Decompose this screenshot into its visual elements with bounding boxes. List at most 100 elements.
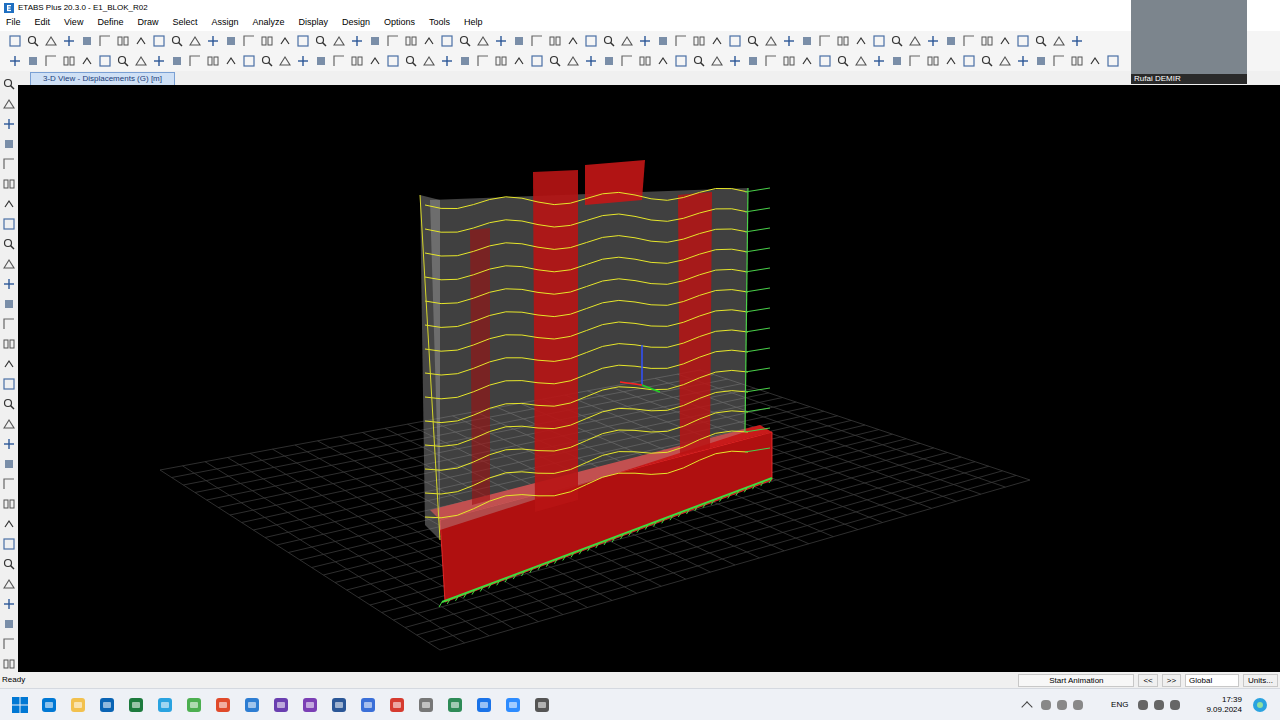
toolbar-tool-icon[interactable] — [2, 417, 16, 431]
toolbar-tool-icon[interactable] — [2, 537, 16, 551]
coordinate-system-select[interactable]: Global — [1185, 674, 1239, 687]
toolbar-tool-icon[interactable] — [2, 397, 16, 411]
toolbar-tool-icon[interactable] — [2, 477, 16, 491]
toolbar-tool-icon[interactable] — [476, 54, 490, 68]
toolbar-tool-icon[interactable] — [944, 54, 958, 68]
toolbar-tool-icon[interactable] — [2, 117, 16, 131]
menu-item[interactable]: Analyze — [252, 16, 284, 30]
toolbar-tool-icon[interactable] — [404, 54, 418, 68]
toolbar-tool-icon[interactable] — [674, 54, 688, 68]
toolbar-tool-icon[interactable] — [530, 34, 544, 48]
taskbar-app-icon[interactable] — [244, 697, 260, 713]
toolbar-tool-icon[interactable] — [512, 34, 526, 48]
toolbar-tool-icon[interactable] — [1016, 54, 1030, 68]
toolbar-tool-icon[interactable] — [620, 54, 634, 68]
toolbar-tool-icon[interactable] — [2, 557, 16, 571]
previous-button[interactable]: << — [1138, 674, 1157, 687]
toolbar-tool-icon[interactable] — [728, 34, 742, 48]
toolbar-tool-icon[interactable] — [26, 34, 40, 48]
menu-item[interactable]: Options — [384, 16, 415, 30]
toolbar-tool-icon[interactable] — [548, 54, 562, 68]
toolbar-tool-icon[interactable] — [278, 34, 292, 48]
toolbar-tool-icon[interactable] — [368, 54, 382, 68]
toolbar-tool-icon[interactable] — [2, 497, 16, 511]
toolbar-tool-icon[interactable] — [1052, 54, 1066, 68]
tray-expand-icon[interactable] — [1021, 701, 1032, 712]
toolbar-tool-icon[interactable] — [782, 54, 796, 68]
tray-status-icons[interactable] — [1138, 700, 1196, 710]
taskbar-app-icon[interactable] — [302, 697, 318, 713]
toolbar-tool-icon[interactable] — [2, 517, 16, 531]
toolbar-tool-icon[interactable] — [386, 54, 400, 68]
toolbar-tool-icon[interactable] — [188, 54, 202, 68]
structural-model-drawing[interactable] — [18, 85, 1280, 672]
toolbar-tool-icon[interactable] — [170, 54, 184, 68]
toolbar-tool-icon[interactable] — [980, 34, 994, 48]
clock[interactable]: 17:399.09.2024 — [1206, 695, 1242, 715]
toolbar-tool-icon[interactable] — [2, 217, 16, 231]
taskbar-app-icon[interactable] — [41, 697, 57, 713]
toolbar-tool-icon[interactable] — [2, 197, 16, 211]
menu-item[interactable]: File — [6, 16, 21, 30]
toolbar-tool-icon[interactable] — [548, 34, 562, 48]
toolbar-tool-icon[interactable] — [962, 34, 976, 48]
menu-item[interactable]: Design — [342, 16, 370, 30]
toolbar-tool-icon[interactable] — [404, 34, 418, 48]
taskbar-app-icon[interactable] — [215, 697, 231, 713]
toolbar-tool-icon[interactable] — [782, 34, 796, 48]
toolbar-tool-icon[interactable] — [2, 297, 16, 311]
view-tab[interactable]: 3-D View - Displacements (G) [m] — [30, 72, 175, 85]
taskbar-app-icon[interactable] — [389, 697, 405, 713]
toolbar-tool-icon[interactable] — [44, 34, 58, 48]
toolbar-tool-icon[interactable] — [710, 54, 724, 68]
toolbar-tool-icon[interactable] — [350, 54, 364, 68]
toolbar-tool-icon[interactable] — [80, 54, 94, 68]
toolbar-tool-icon[interactable] — [566, 34, 580, 48]
toolbar-tool-icon[interactable] — [2, 317, 16, 331]
toolbar-tool-icon[interactable] — [2, 137, 16, 151]
toolbar-tool-icon[interactable] — [656, 34, 670, 48]
toolbar-tool-icon[interactable] — [656, 54, 670, 68]
model-canvas[interactable] — [18, 85, 1280, 672]
toolbar-tool-icon[interactable] — [584, 34, 598, 48]
toolbar-tool-icon[interactable] — [674, 34, 688, 48]
toolbar-tool-icon[interactable] — [494, 54, 508, 68]
start-animation-button[interactable]: Start Animation — [1018, 674, 1134, 687]
toolbar-tool-icon[interactable] — [2, 617, 16, 631]
toolbar-tool-icon[interactable] — [332, 54, 346, 68]
taskbar-app-icon[interactable] — [476, 697, 492, 713]
toolbar-tool-icon[interactable] — [278, 54, 292, 68]
toolbar-tool-icon[interactable] — [926, 54, 940, 68]
toolbar-tool-icon[interactable] — [170, 34, 184, 48]
taskbar-app-icon[interactable] — [157, 697, 173, 713]
menu-item[interactable]: Define — [97, 16, 123, 30]
toolbar-tool-icon[interactable] — [998, 34, 1012, 48]
toolbar-tool-icon[interactable] — [2, 97, 16, 111]
copilot-icon[interactable] — [1252, 697, 1268, 713]
toolbar-tool-icon[interactable] — [188, 34, 202, 48]
toolbar-tool-icon[interactable] — [854, 34, 868, 48]
taskbar-app-icon[interactable] — [99, 697, 115, 713]
toolbar-tool-icon[interactable] — [728, 54, 742, 68]
menu-item[interactable]: Edit — [35, 16, 51, 30]
toolbar-tool-icon[interactable] — [260, 54, 274, 68]
menu-item[interactable]: Display — [298, 16, 328, 30]
toolbar-tool-icon[interactable] — [332, 34, 346, 48]
toolbar-tool-icon[interactable] — [80, 34, 94, 48]
taskbar-app-icon[interactable] — [331, 697, 347, 713]
toolbar-tool-icon[interactable] — [314, 54, 328, 68]
next-button[interactable]: >> — [1162, 674, 1181, 687]
toolbar-tool-icon[interactable] — [602, 34, 616, 48]
taskbar-app-icon[interactable] — [505, 697, 521, 713]
toolbar-tool-icon[interactable] — [2, 437, 16, 451]
toolbar-tool-icon[interactable] — [2, 77, 16, 91]
toolbar-tool-icon[interactable] — [980, 54, 994, 68]
taskbar-app-icon[interactable] — [273, 697, 289, 713]
toolbar-tool-icon[interactable] — [8, 34, 22, 48]
toolbar-tool-icon[interactable] — [710, 34, 724, 48]
toolbar-tool-icon[interactable] — [2, 637, 16, 651]
toolbar-tool-icon[interactable] — [944, 34, 958, 48]
menu-item[interactable]: Help — [464, 16, 483, 30]
toolbar-tool-icon[interactable] — [62, 34, 76, 48]
toolbar-tool-icon[interactable] — [152, 54, 166, 68]
